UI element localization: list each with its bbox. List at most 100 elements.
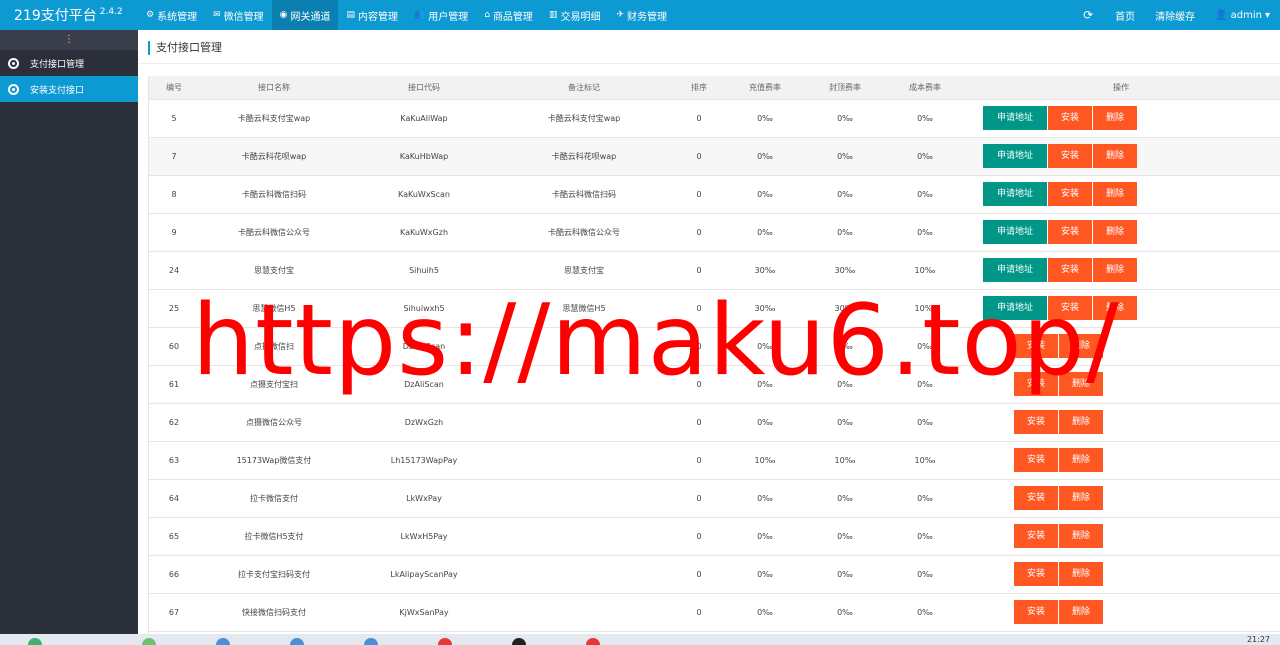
app-brand[interactable]: 219支付平台 2.4.2 [0,5,138,25]
cell-name: 拉卡支付宝扫码支付 [199,555,349,594]
gateway-icon: ◉ [279,10,288,20]
apply-address-button[interactable]: 申请地址 [983,220,1047,244]
cell-cost: 0‰ [889,555,961,594]
cell-actions: 申请地址 安装 删除 [961,99,1280,138]
cell-sort: 0 [669,479,729,518]
install-button[interactable]: 安装 [1014,372,1058,396]
cell-sort: 0 [669,137,729,176]
column-header: 充值费率 [729,76,801,100]
sidebar-item-install-interface[interactable]: 安装支付接口 [0,76,138,102]
users-icon: 👥 [414,10,426,20]
cell-rate: 0‰ [729,517,801,556]
user-menu[interactable]: 👤 admin ▾ [1205,10,1280,21]
apply-address-button[interactable]: 申请地址 [983,106,1047,130]
taskbar-app-icon[interactable] [28,638,42,645]
table-body: 5 卡酷云科支付宝wap KaKuAliWap 卡酷云科支付宝wap 0 0‰ 0‰ 0‰ 申请… [149,99,1280,634]
cell-cost: 0‰ [889,479,961,518]
cell-cap: 30‰ [801,289,889,328]
taskbar-app-icon[interactable] [438,638,452,645]
install-button[interactable]: 安装 [1014,334,1058,358]
page-title: 支付接口管理 [148,41,222,55]
delete-button[interactable]: 删除 [1059,448,1103,472]
cell-cost: 0‰ [889,175,961,214]
cell-actions: 安装删除 [961,555,1280,594]
cell-actions: 安装删除 [961,593,1280,632]
sidebar-item-payment-interface[interactable]: 支付接口管理 [0,50,138,76]
install-button[interactable]: 安装 [1048,258,1092,282]
cell-sort: 0 [669,327,729,366]
cell-remark: 卡酷云科微信扫码 [499,175,669,214]
delete-button[interactable]: 删除 [1059,524,1103,548]
apply-address-button[interactable]: 申请地址 [983,182,1047,206]
cell-id: 66 [149,555,199,594]
delete-button[interactable]: 删除 [1059,372,1103,396]
nav-item-5[interactable]: ⌂ 商品管理 [476,0,541,30]
nav-item-4[interactable]: 👥 用户管理 [406,0,476,30]
delete-button[interactable]: 删除 [1059,486,1103,510]
refresh-icon[interactable]: ⟳ [1071,8,1105,22]
apply-address-button[interactable]: 申请地址 [983,258,1047,282]
taskbar-app-icon[interactable] [586,638,600,645]
taskbar-app-icon[interactable] [364,638,378,645]
cell-name: 点摄支付宝扫 [199,365,349,404]
cell-code: LkWxH5Pay [349,517,499,556]
delete-button[interactable]: 删除 [1093,144,1137,168]
app-title: 219支付平台 [14,8,97,24]
install-button[interactable]: 安装 [1014,448,1058,472]
install-button[interactable]: 安装 [1048,296,1092,320]
nav-item-label: 财务管理 [627,11,667,23]
apply-address-button[interactable]: 申请地址 [983,144,1047,168]
cell-id: 60 [149,327,199,366]
cell-code: KaKuAliWap [349,99,499,138]
clear-cache-link[interactable]: 清除缓存 [1145,8,1205,23]
finance-icon: ✈ [616,10,624,20]
cell-name: 点摄微信扫 [199,327,349,366]
cell-cost: 0‰ [889,365,961,404]
install-button[interactable]: 安装 [1014,562,1058,586]
delete-button[interactable]: 删除 [1059,410,1103,434]
install-button[interactable]: 安装 [1048,220,1092,244]
gear-icon [8,57,19,69]
nav-item-1[interactable]: ✉ 微信管理 [205,0,272,30]
cell-rate: 0‰ [729,593,801,632]
taskbar-app-icon[interactable] [512,638,526,645]
delete-button[interactable]: 删除 [1093,106,1137,130]
interface-table-wrap[interactable]: 编号 接口名称 接口代码 备注标记 排序 充值费率 封顶费率 成本费率 操作 5 卡酷云科支付宝w… [148,76,1280,634]
cell-code: KjWxSanPay [349,593,499,632]
install-button[interactable]: 安装 [1048,106,1092,130]
cell-cap: 0‰ [801,479,889,518]
cell-cost: 0‰ [889,213,961,252]
nav-item-3[interactable]: ▤ 内容管理 [338,0,406,30]
sidebar-toggle-icon[interactable]: ⋮ [0,30,138,50]
install-button[interactable]: 安装 [1048,182,1092,206]
apply-address-button[interactable]: 申请地址 [983,296,1047,320]
cell-cost: 0‰ [889,327,961,366]
cell-rate: 0‰ [729,365,801,404]
delete-button[interactable]: 删除 [1059,334,1103,358]
cell-rate: 0‰ [729,479,801,518]
nav-item-6[interactable]: ▥ 交易明细 [541,0,609,30]
install-button[interactable]: 安装 [1014,410,1058,434]
install-button[interactable]: 安装 [1014,524,1058,548]
install-button[interactable]: 安装 [1014,486,1058,510]
nav-item-7[interactable]: ✈ 财务管理 [608,0,675,30]
taskbar-app-icon[interactable] [290,638,304,645]
home-link[interactable]: 首页 [1105,8,1145,23]
delete-button[interactable]: 删除 [1059,600,1103,624]
cell-rate: 0‰ [729,403,801,442]
cell-remark [499,555,669,594]
delete-button[interactable]: 删除 [1093,220,1137,244]
install-button[interactable]: 安装 [1014,600,1058,624]
nav-item-0[interactable]: ⚙ 系统管理 [138,0,205,30]
delete-button[interactable]: 删除 [1093,296,1137,320]
taskbar-app-icon[interactable] [216,638,230,645]
taskbar-app-icon[interactable] [142,638,156,645]
table-row: 9 卡酷云科微信公众号 KaKuWxGzh 卡酷云科微信公众号 0 0‰ 0‰ 0‰ 申请地址安… [149,213,1280,252]
delete-button[interactable]: 删除 [1093,258,1137,282]
cell-rate: 0‰ [729,137,801,176]
delete-button[interactable]: 删除 [1059,562,1103,586]
delete-button[interactable]: 删除 [1093,182,1137,206]
install-button[interactable]: 安装 [1048,144,1092,168]
nav-item-2[interactable]: ◉ 网关通道 [271,0,339,30]
column-header: 接口名称 [199,76,349,100]
